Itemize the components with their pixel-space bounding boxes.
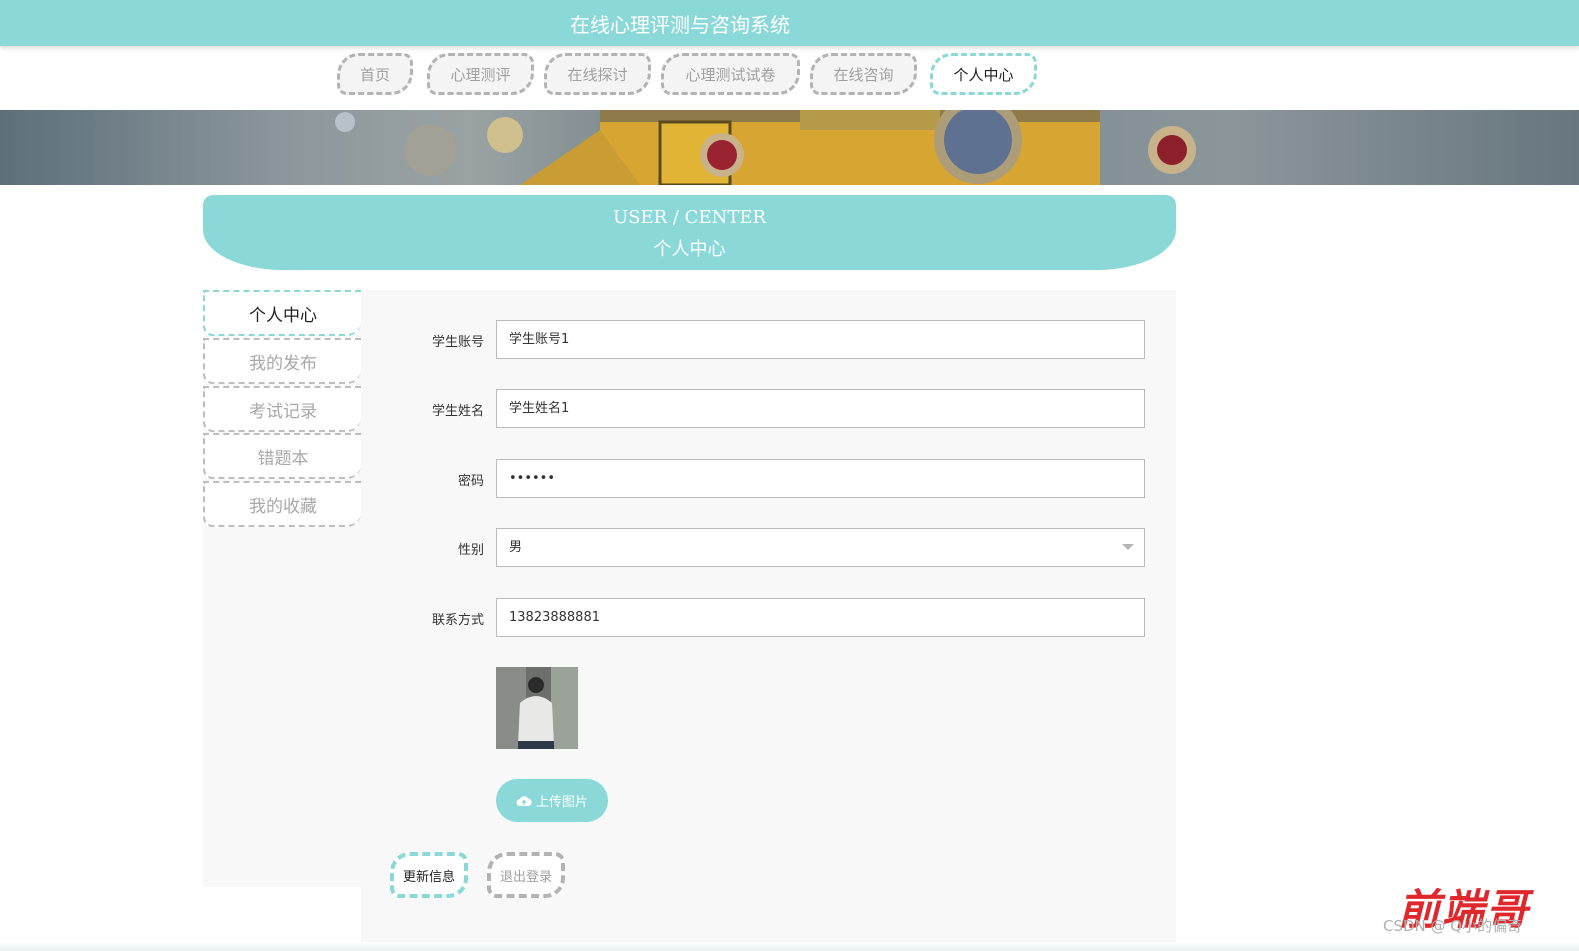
main-nav: 首页 心理测评 在线探讨 心理测试试卷 在线咨询 个人中心 — [0, 52, 1579, 104]
banner-image — [0, 110, 1579, 185]
nav-user-center[interactable]: 个人中心 — [930, 53, 1037, 95]
gender-label: 性别 — [457, 543, 484, 558]
sidebar-item-exam-records[interactable]: 考试记录 — [203, 386, 361, 432]
gender-selected-value: 男 — [509, 540, 523, 555]
nav-psych-test-papers[interactable]: 心理测试试卷 — [661, 53, 800, 95]
page-bottom-edge — [0, 942, 1579, 951]
logout-button[interactable]: 退出登录 — [487, 852, 565, 898]
sidebar-item-favorites[interactable]: 我的收藏 — [203, 481, 361, 527]
user-center-title-en: USER / CENTER — [612, 207, 767, 228]
update-info-button[interactable]: 更新信息 — [390, 852, 468, 898]
account-input[interactable]: 学生账号1 — [496, 320, 1145, 359]
upload-image-button[interactable]: 上传图片 — [496, 779, 608, 822]
sidebar-item-user-center[interactable]: 个人中心 — [203, 290, 361, 336]
phone-label: 联系方式 — [431, 613, 484, 628]
sidebar: 个人中心 我的发布 考试记录 错题本 我的收藏 — [203, 290, 361, 887]
name-input[interactable]: 学生姓名1 — [496, 389, 1145, 428]
nav-online-discussion[interactable]: 在线探讨 — [544, 53, 651, 95]
user-center-header: USER / CENTER 个人中心 — [203, 195, 1176, 270]
sidebar-item-my-posts[interactable]: 我的发布 — [203, 338, 361, 384]
password-input[interactable]: •••••• — [496, 459, 1145, 498]
password-label: 密码 — [457, 474, 484, 489]
site-title: 在线心理评测与咨询系统 — [570, 13, 790, 37]
chevron-down-icon — [1122, 544, 1134, 550]
banner-illustration — [335, 110, 1196, 185]
phone-input[interactable]: 13823888881 — [496, 598, 1145, 637]
account-label: 学生账号 — [431, 335, 484, 350]
avatar — [496, 667, 578, 749]
cloud-upload-icon — [516, 795, 532, 806]
gender-select[interactable]: 男 — [496, 528, 1145, 567]
nav-psych-assessment[interactable]: 心理测评 — [427, 53, 534, 95]
nav-home[interactable]: 首页 — [337, 53, 413, 95]
nav-online-consult[interactable]: 在线咨询 — [810, 53, 917, 95]
sidebar-item-mistake-book[interactable]: 错题本 — [203, 433, 361, 479]
upload-image-label: 上传图片 — [535, 795, 588, 810]
top-header-bar: 在线心理评测与咨询系统 — [0, 0, 1579, 46]
user-center-title-zh: 个人中心 — [653, 239, 726, 260]
avatar-photo — [496, 667, 578, 749]
watermark-csdn: CSDN @ Q小的偏奇 — [1383, 917, 1523, 935]
name-label: 学生姓名 — [431, 404, 484, 419]
